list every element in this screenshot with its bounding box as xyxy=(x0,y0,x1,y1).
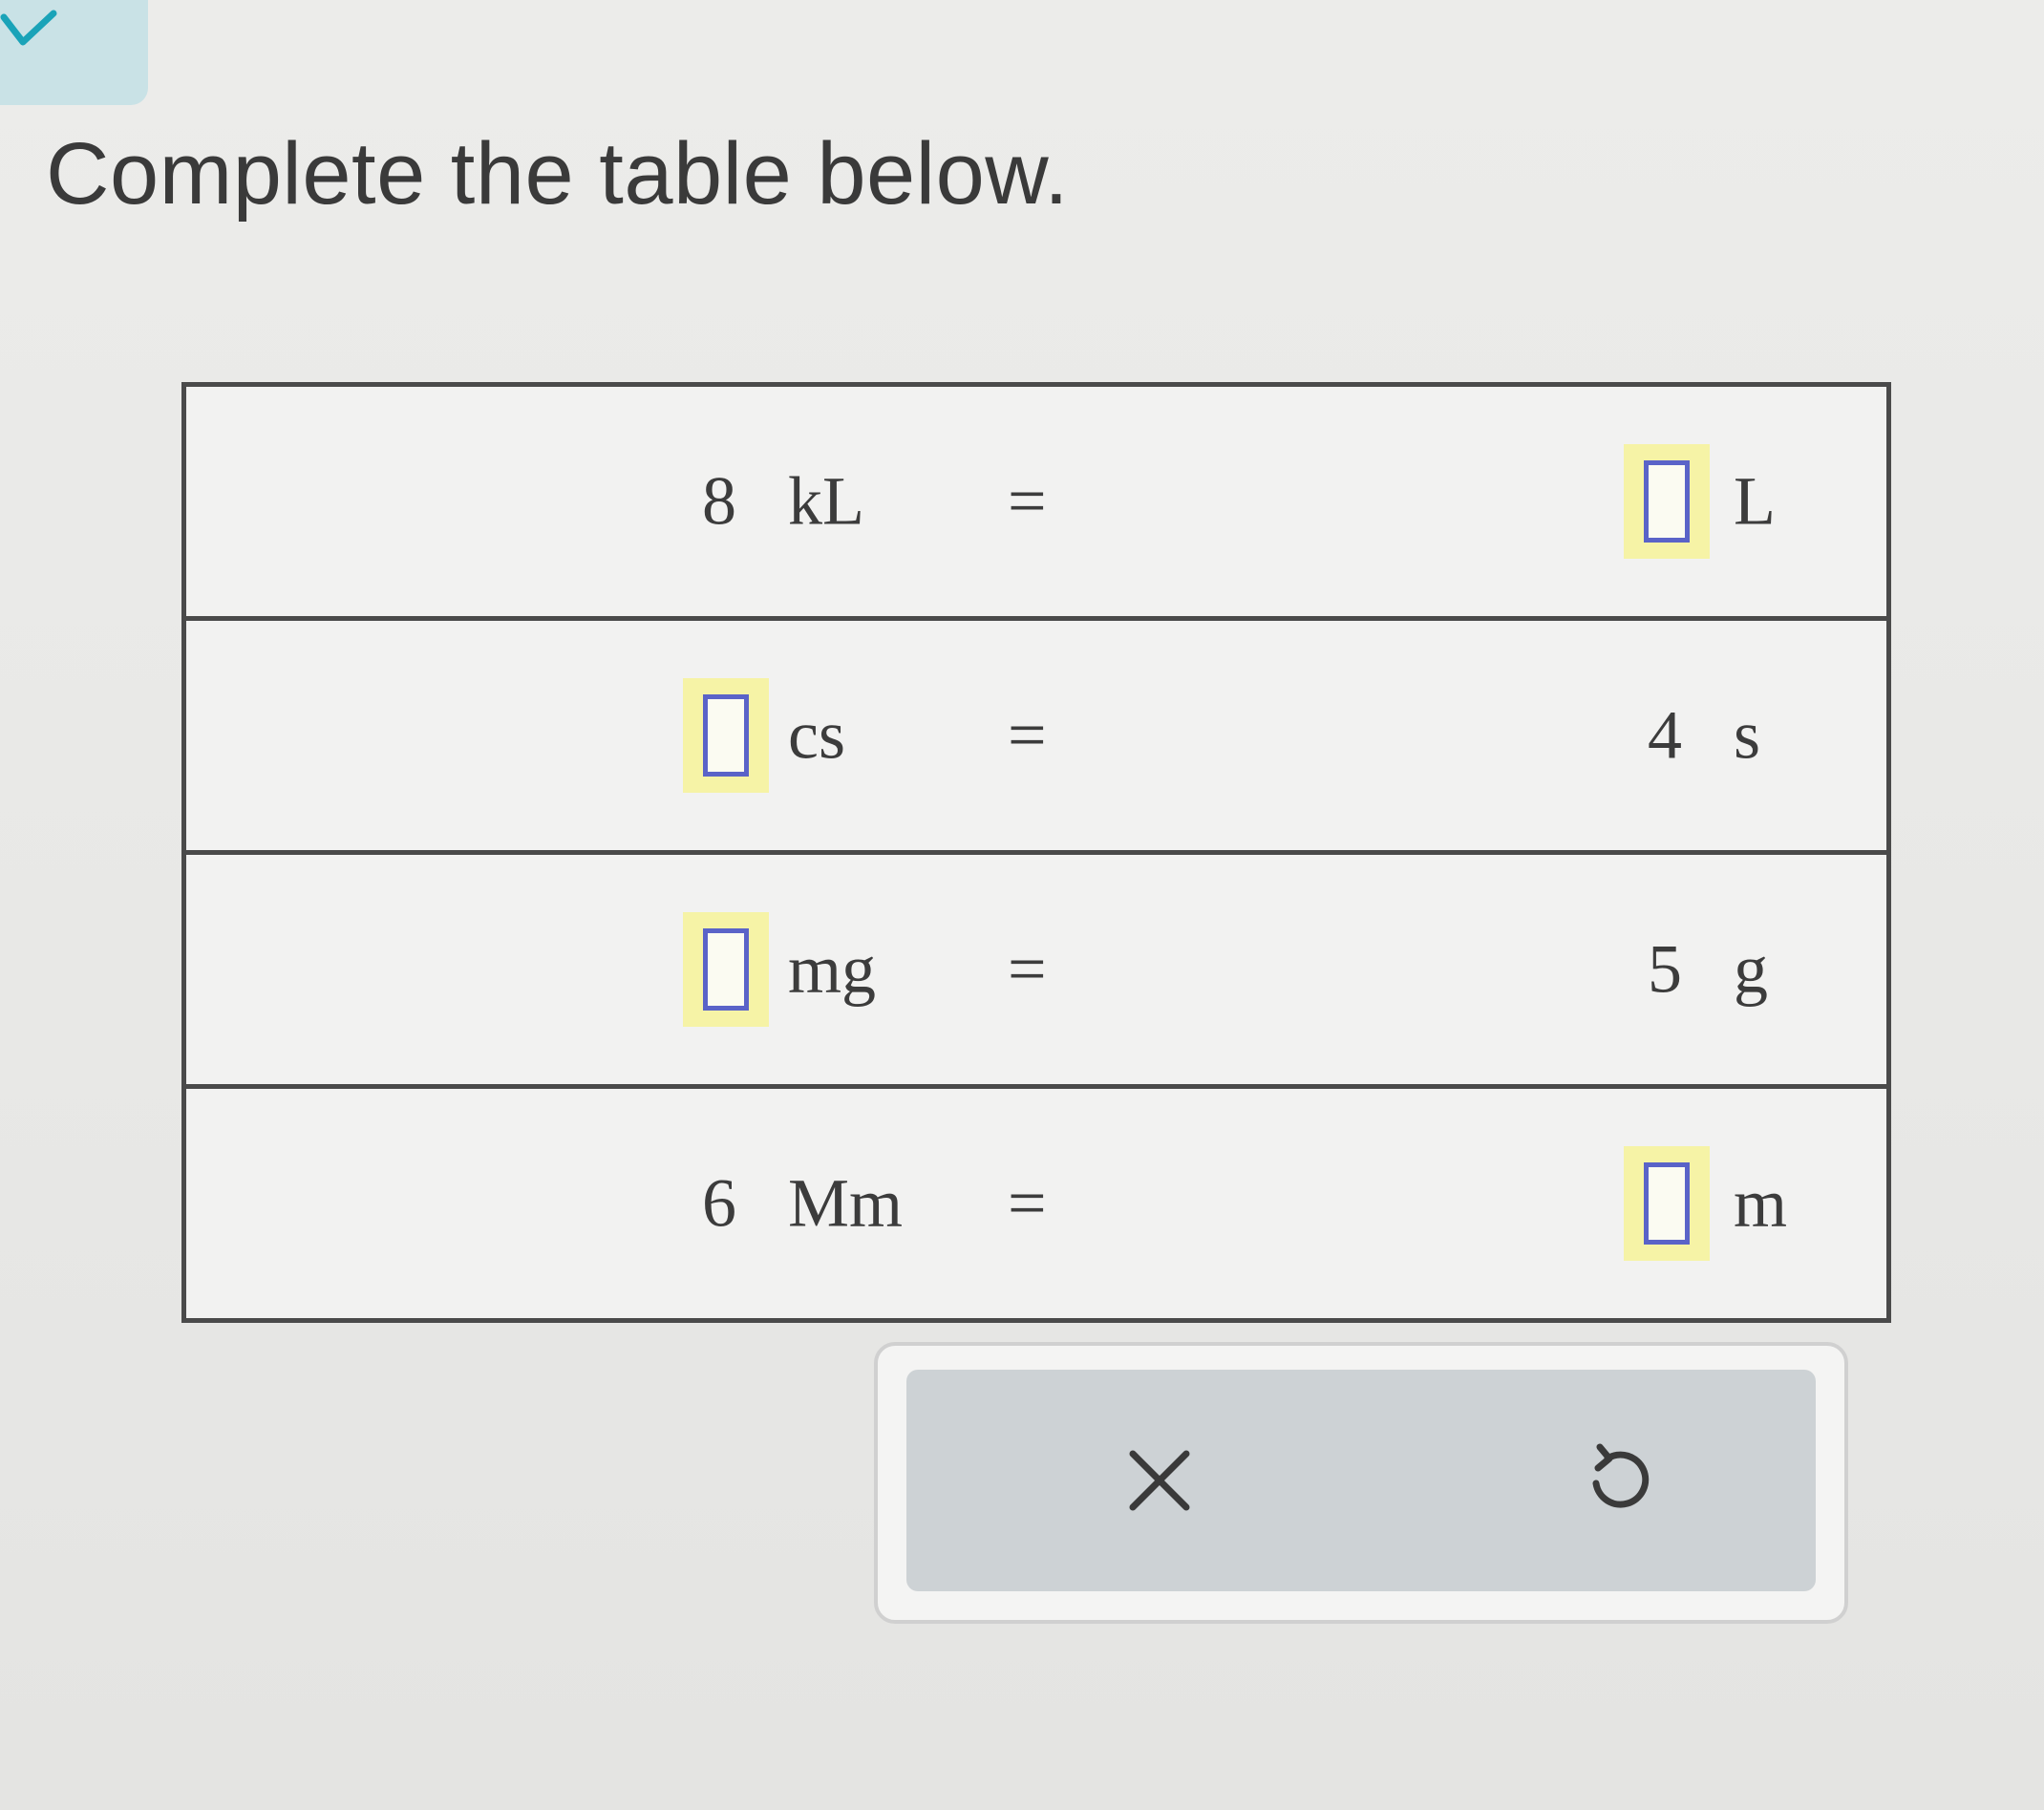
left-unit: cs xyxy=(788,696,845,774)
equals-sign: = xyxy=(1008,930,1047,1008)
conversion-table: 8 kL = L cs = 4 s mg = 5 g 6 Mm = m xyxy=(181,382,1891,1323)
close-icon xyxy=(1129,1450,1190,1511)
equals-sign: = xyxy=(1008,696,1047,774)
collapse-toggle[interactable] xyxy=(0,0,148,105)
equals-sign: = xyxy=(1008,1164,1047,1242)
table-row: cs = 4 s xyxy=(186,621,1886,855)
right-unit: m xyxy=(1734,1164,1788,1242)
clear-button[interactable] xyxy=(1102,1423,1217,1538)
left-unit: Mm xyxy=(788,1164,904,1242)
action-toolbar xyxy=(906,1370,1816,1591)
table-row: 6 Mm = m xyxy=(186,1089,1886,1318)
equals-sign: = xyxy=(1008,462,1047,540)
undo-button[interactable] xyxy=(1561,1423,1675,1538)
right-unit: s xyxy=(1734,696,1761,774)
right-unit: L xyxy=(1734,462,1776,540)
undo-icon xyxy=(1592,1443,1650,1508)
answer-input-liters[interactable] xyxy=(1624,444,1710,559)
answer-input-centiseconds[interactable] xyxy=(683,678,769,793)
question-prompt: Complete the table below. xyxy=(46,125,1070,223)
table-row: 8 kL = L xyxy=(186,387,1886,621)
answer-action-panel xyxy=(874,1342,1848,1624)
left-value: 8 xyxy=(702,462,736,540)
table-row: mg = 5 g xyxy=(186,855,1886,1089)
left-unit: mg xyxy=(788,930,877,1008)
left-value: 6 xyxy=(702,1164,736,1242)
right-unit: g xyxy=(1734,930,1768,1008)
right-value: 5 xyxy=(1648,930,1682,1008)
answer-input-milligrams[interactable] xyxy=(683,912,769,1027)
left-unit: kL xyxy=(788,462,864,540)
right-value: 4 xyxy=(1648,696,1682,774)
answer-input-meters[interactable] xyxy=(1624,1146,1710,1261)
chevron-down-icon xyxy=(0,10,57,46)
